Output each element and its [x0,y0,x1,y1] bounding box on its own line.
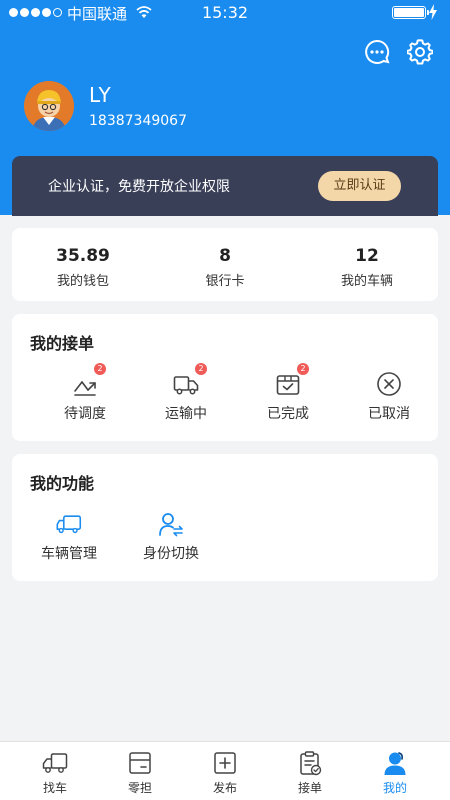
order-label: 已完成 [267,406,309,422]
tab-label: 发布 [212,781,237,795]
status-bar: 中国联通 15:32 [0,0,450,26]
stat-label: 银行卡 [205,274,245,289]
user-switch-icon [159,513,183,537]
function-label: 车辆管理 [41,546,97,562]
count-badge: 2 [94,363,106,375]
order-label: 运输中 [165,406,207,422]
avatar[interactable] [24,81,74,131]
gear-icon[interactable] [407,39,433,65]
enterprise-cert-banner: 企业认证，免费开放企业权限 立即认证 [12,156,438,216]
orders-title: 我的接单 [30,334,95,353]
order-in-transit[interactable]: 2 运输中 [135,363,237,427]
tab-label: 零担 [127,781,152,795]
order-label: 已取消 [368,406,410,422]
stat-value: 35.89 [56,246,110,266]
cert-text: 企业认证，免费开放企业权限 [48,179,230,195]
certify-now-button[interactable]: 立即认证 [318,171,401,201]
tab-find-vehicle[interactable]: 找车 [10,742,100,800]
stat-value: 8 [219,246,231,266]
charging-icon [429,4,437,20]
stat-label: 我的钱包 [56,274,109,289]
avatar-illustration [24,81,74,131]
user-phone: 18387349067 [89,113,187,129]
tab-publish[interactable]: 发布 [180,742,270,800]
functions-title: 我的功能 [30,474,95,493]
stat-value: 12 [355,246,379,266]
count-badge: 2 [297,363,309,375]
tab-label: 接单 [297,781,322,795]
dispatch-icon [74,381,96,396]
bottom-tab-bar: 找车 零担 发布 接单 我的 [0,741,450,800]
count-badge: 2 [195,363,207,375]
order-completed[interactable]: 2 已完成 [237,363,339,427]
stats-card: 35.89 我的钱包 8 银行卡 12 我的车辆 [12,228,438,301]
battery-icon [392,6,429,19]
tab-take-orders[interactable]: 接单 [265,742,355,800]
clock: 15:32 [201,3,249,22]
function-label: 身份切换 [143,546,199,562]
order-cancelled[interactable]: 已取消 [338,367,440,427]
tab-label: 我的 [382,781,407,795]
box-check-icon [276,375,300,395]
plus-square-icon [214,752,236,774]
user-name: LY [89,83,112,107]
tab-mine[interactable]: 我的 [350,742,440,800]
order-pending-dispatch[interactable]: 2 待调度 [34,363,136,427]
my-orders-card: 我的接单 2 待调度 2 运输中 2 已完成 已取消 [12,314,438,441]
cancel-circle-icon [377,372,401,396]
tab-label: 找车 [42,781,67,795]
order-label: 待调度 [64,406,106,422]
my-functions-card: 我的功能 车辆管理 身份切换 [12,454,438,581]
message-icon[interactable] [364,39,390,65]
tab-less-than-truckload[interactable]: 零担 [95,742,185,800]
truck-icon [42,753,68,773]
clipboard-icon [300,751,322,776]
truck-icon [56,515,82,534]
user-icon [384,752,406,775]
package-icon [129,752,151,774]
identity-switch[interactable]: 身份切换 [120,507,222,567]
vehicle-management[interactable]: 车辆管理 [18,507,120,567]
truck-icon [173,376,199,395]
stat-label: 我的车辆 [340,274,393,289]
